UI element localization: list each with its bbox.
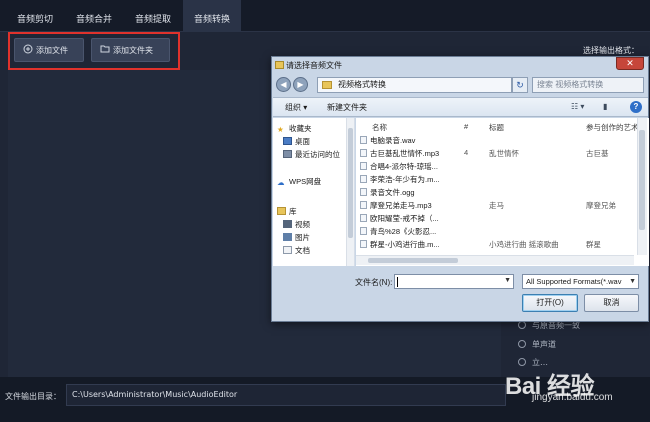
nav-item-favorites[interactable]: ★ 收藏夹 xyxy=(277,123,312,134)
file-row[interactable]: 古巨基乱世情怀.mp3 4 乱世情怀 古巨基 xyxy=(356,147,634,159)
filename-label: 文件名(N): xyxy=(355,278,393,287)
radio-circle-icon xyxy=(518,358,526,366)
output-dir-field[interactable]: C:\Users\Administrator\Music\AudioEditor xyxy=(66,384,506,406)
tab-audio-convert[interactable]: 音频转换 xyxy=(183,0,241,32)
tab-bar: 音频剪切 音频合并 音频提取 音频转换 xyxy=(0,0,650,32)
file-list-scrollbar[interactable] xyxy=(637,118,647,255)
output-dir-label: 文件输出目录： xyxy=(5,392,61,401)
audio-file-icon xyxy=(360,188,367,196)
dialog-title: 请选择音频文件 xyxy=(286,61,342,70)
column-header-title[interactable]: 标题 xyxy=(489,122,504,133)
star-icon: ★ xyxy=(277,125,284,134)
highlight-annotation-box xyxy=(8,32,180,70)
forward-arrow-icon: ▶ xyxy=(297,80,304,89)
picture-icon xyxy=(283,233,292,241)
nav-item-wps-cloud[interactable]: ☁ WPS网盘 xyxy=(277,176,321,187)
column-header-artist[interactable]: 参与创作的艺术 xyxy=(586,122,639,133)
text-caret xyxy=(397,277,398,287)
file-row[interactable]: 青鸟%28《火影忍... xyxy=(356,225,634,237)
audio-file-icon xyxy=(360,136,367,144)
audio-file-icon xyxy=(360,149,367,157)
file-list: 名称 # 标题 参与创作的艺术 电脑录音.wav 古巨基乱世情怀.mp3 4 乱世情… xyxy=(356,118,649,266)
radio-label: 单声道 xyxy=(532,340,556,349)
nav-item-pictures[interactable]: 图片 xyxy=(283,232,310,243)
tab-audio-cut[interactable]: 音频剪切 xyxy=(6,0,64,32)
filename-input[interactable]: ▼ xyxy=(394,274,514,289)
desktop-icon xyxy=(283,137,292,145)
radio-circle-icon xyxy=(518,321,526,329)
file-row[interactable]: 电脑录音.wav xyxy=(356,134,634,146)
file-row[interactable]: 群星-小鸡进行曲.m... 小鸡进行曲 摇滚歌曲 群星 xyxy=(356,238,634,250)
file-row[interactable]: 摩登兄弟走马.mp3 走马 摩登兄弟 xyxy=(356,199,634,211)
file-row[interactable]: 录音文件.ogg xyxy=(356,186,634,198)
tab-audio-merge[interactable]: 音频合并 xyxy=(65,0,123,32)
nav-scrollbar[interactable] xyxy=(346,118,354,266)
search-input[interactable]: 搜索 视频格式转换 xyxy=(532,77,644,93)
folder-icon xyxy=(322,81,332,89)
column-header-number[interactable]: # xyxy=(464,122,468,131)
navigation-pane: ★ 收藏夹 桌面 最近访问的位 ☁ WPS网盘 库 视频 图片 文档 xyxy=(273,118,355,266)
scroll-thumb[interactable] xyxy=(639,130,645,230)
close-button[interactable]: ✕ xyxy=(616,57,644,70)
cloud-icon: ☁ xyxy=(277,178,285,187)
radio-mono[interactable]: 单声道 xyxy=(518,339,556,350)
new-folder-button[interactable]: 新建文件夹 xyxy=(327,102,367,113)
file-list-hscrollbar[interactable] xyxy=(356,255,634,265)
audio-file-icon xyxy=(360,201,367,209)
open-button[interactable]: 打开(O) xyxy=(522,294,578,312)
nav-item-videos[interactable]: 视频 xyxy=(283,219,310,230)
refresh-button[interactable]: ↻ xyxy=(512,77,528,93)
hscroll-thumb[interactable] xyxy=(368,258,458,263)
command-bar: 组织 ▾ 新建文件夹 ☷ ▾ ▮ ? xyxy=(273,97,648,117)
nav-item-documents[interactable]: 文档 xyxy=(283,245,310,256)
recent-places-icon xyxy=(283,150,292,158)
audio-file-icon xyxy=(360,227,367,235)
file-row[interactable]: 欧阳耀莹-戒不掉（... xyxy=(356,212,634,224)
view-options-icon[interactable]: ☷ ▾ xyxy=(571,102,584,111)
back-button[interactable]: ◀ xyxy=(276,77,291,92)
radio-label: 与原音频一致 xyxy=(532,321,580,330)
audio-file-icon xyxy=(360,240,367,248)
nav-item-libraries[interactable]: 库 xyxy=(277,206,297,217)
audio-file-icon xyxy=(360,214,367,222)
address-row: ◀ ▶ 视频格式转换 ↻ 搜索 视频格式转换 xyxy=(276,75,646,95)
open-file-dialog: 请选择音频文件 ✕ ◀ ▶ 视频格式转换 ↻ 搜索 视频格式转换 组织 ▾ 新建… xyxy=(271,56,649,322)
video-icon xyxy=(283,220,292,228)
cancel-button[interactable]: 取消 xyxy=(584,294,639,312)
file-row[interactable]: 李荣浩-年少有为.m... xyxy=(356,173,634,185)
column-header-name[interactable]: 名称 xyxy=(372,122,387,133)
back-arrow-icon: ◀ xyxy=(280,80,287,89)
refresh-icon: ↻ xyxy=(516,80,524,90)
document-icon xyxy=(283,246,292,254)
preview-pane-icon[interactable]: ▮ xyxy=(603,102,607,111)
chevron-down-icon[interactable]: ▼ xyxy=(504,277,511,284)
tab-audio-extract[interactable]: 音频提取 xyxy=(124,0,182,32)
baidu-watermark-url: jingyan.baidu.com xyxy=(532,392,613,403)
chevron-down-icon[interactable]: ▼ xyxy=(627,275,636,288)
audio-file-icon xyxy=(360,162,367,170)
audio-file-icon xyxy=(360,175,367,183)
organize-button[interactable]: 组织 ▾ xyxy=(285,102,307,113)
library-icon xyxy=(277,207,286,215)
nav-item-desktop[interactable]: 桌面 xyxy=(283,136,310,147)
output-format-label: 选择输出格式： xyxy=(583,46,639,55)
folder-icon xyxy=(275,61,284,69)
help-icon[interactable]: ? xyxy=(630,101,642,113)
scroll-thumb[interactable] xyxy=(348,128,353,238)
file-type-filter[interactable]: All Supported Formats(*.wav ▼ xyxy=(522,274,639,289)
nav-item-recent[interactable]: 最近访问的位 xyxy=(283,149,340,160)
forward-button[interactable]: ▶ xyxy=(293,77,308,92)
breadcrumb[interactable]: 视频格式转换 xyxy=(338,80,386,89)
radio-circle-icon xyxy=(518,340,526,348)
file-row[interactable]: 合唱4-派尔特-琼瑶... xyxy=(356,160,634,172)
address-bar[interactable]: 视频格式转换 xyxy=(317,77,512,93)
